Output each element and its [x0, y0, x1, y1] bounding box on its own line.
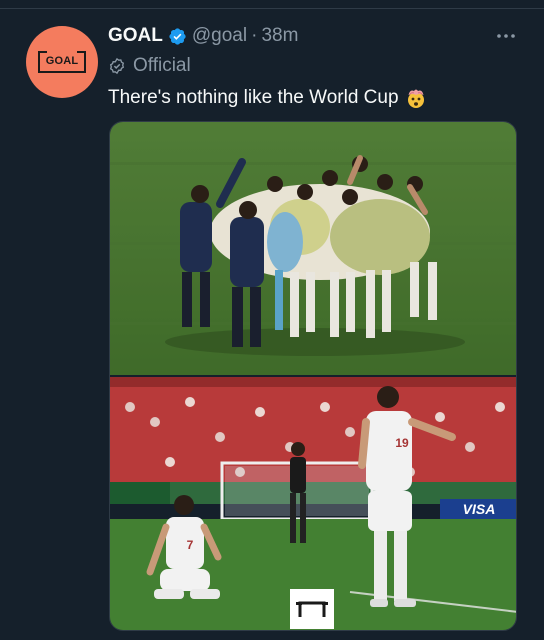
tweet-timestamp[interactable]: 38m: [261, 25, 298, 47]
official-label: Official: [108, 54, 191, 78]
jersey-number-right: 19: [395, 436, 409, 450]
players-kneeling-celebration-photo[interactable]: VISA 7 19: [110, 377, 516, 630]
tweet-header: GOAL @goal · 38m: [108, 24, 298, 48]
team-celebration-photo[interactable]: [110, 122, 516, 375]
jersey-number-left: 7: [187, 538, 194, 552]
goal-logo: GOAL: [38, 51, 86, 73]
separator-dot: ·: [251, 25, 258, 46]
verified-badge-icon: [168, 27, 187, 46]
official-label-text: Official: [133, 55, 191, 76]
author-avatar[interactable]: GOAL: [26, 26, 98, 98]
visa-ad-board: VISA: [463, 501, 496, 517]
exploding-head-emoji-icon: [405, 87, 427, 109]
official-check-icon: [108, 57, 126, 75]
display-name[interactable]: GOAL: [108, 25, 163, 47]
author-handle[interactable]: @goal: [192, 25, 247, 47]
tweet-text: There's nothing like the World Cup: [108, 85, 427, 111]
avatar-logo-text: GOAL: [45, 55, 79, 67]
timeline-divider: [0, 0, 544, 9]
tweet-body: There's nothing like the World Cup: [108, 87, 399, 108]
more-options-icon[interactable]: [494, 26, 518, 46]
tweet-media-grid: VISA 7 19: [109, 121, 517, 631]
